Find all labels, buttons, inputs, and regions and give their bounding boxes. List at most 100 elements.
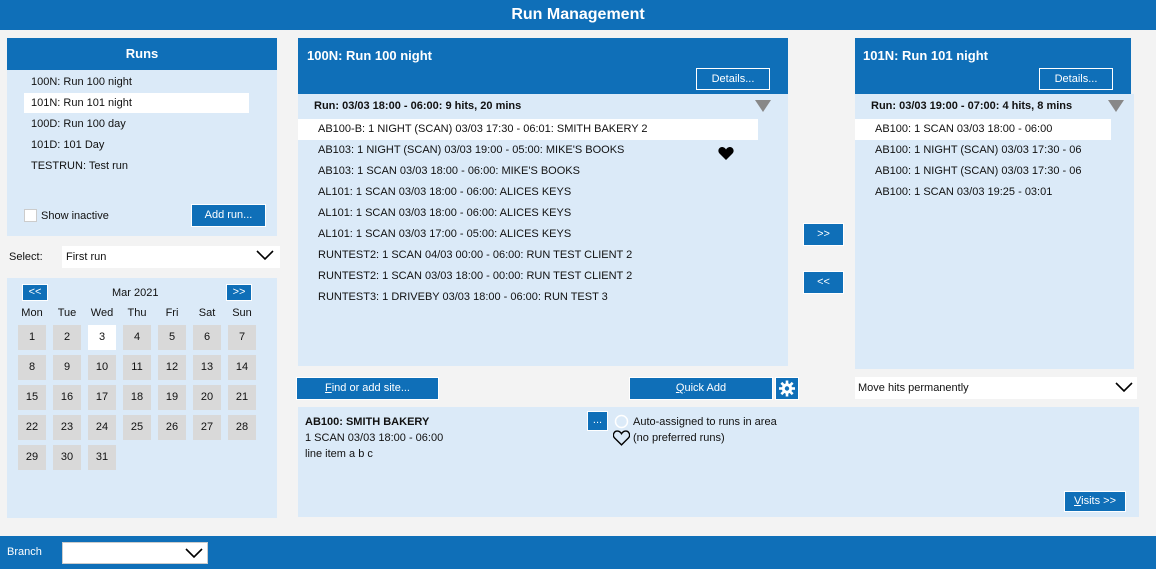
move-hits-dropdown[interactable]: Move hits permanently — [855, 377, 1137, 399]
left-run-summary: Run: 03/03 18:00 - 06:00: 9 hits, 20 min… — [314, 100, 522, 112]
calendar-day[interactable]: 27 — [193, 415, 221, 440]
hit-row[interactable]: AL101: 1 SCAN 03/03 18:00 - 06:00: ALICE… — [298, 203, 758, 224]
show-inactive-checkbox[interactable] — [24, 209, 37, 222]
site-detail-panel: AB100: SMITH BAKERY 1 SCAN 03/03 18:00 -… — [298, 407, 1139, 517]
runs-panel-header: Runs — [7, 38, 277, 70]
quick-add-button[interactable]: Quick Add — [629, 377, 773, 400]
calendar-next-button[interactable]: >> — [226, 284, 252, 301]
calendar-month: Mar 2021 — [112, 287, 159, 299]
run-list-item[interactable]: TESTRUN: Test run — [24, 156, 249, 176]
calendar-weekday: Wed — [90, 307, 114, 319]
right-run-body: Run: 03/03 19:00 - 07:00: 4 hits, 8 mins… — [855, 94, 1134, 369]
calendar-day[interactable]: 7 — [228, 325, 256, 350]
right-run-header: 101N: Run 101 night Details... — [855, 38, 1131, 94]
calendar-day[interactable]: 19 — [158, 385, 186, 410]
calendar-day[interactable]: 3 — [88, 325, 116, 350]
site-title: AB100: SMITH BAKERY — [305, 416, 430, 428]
calendar-day[interactable]: 1 — [18, 325, 46, 350]
run-list-item[interactable]: 100D: Run 100 day — [24, 114, 249, 134]
calendar-day[interactable]: 10 — [88, 355, 116, 380]
calendar-day[interactable]: 17 — [88, 385, 116, 410]
calendar-day[interactable]: 28 — [228, 415, 256, 440]
hit-row[interactable]: AL101: 1 SCAN 03/03 18:00 - 06:00: ALICE… — [298, 182, 758, 203]
right-run-summary: Run: 03/03 19:00 - 07:00: 4 hits, 8 mins — [871, 100, 1073, 112]
show-inactive-label: Show inactive — [41, 210, 109, 222]
left-run-header: 100N: Run 100 night Details... — [298, 38, 788, 94]
calendar-day[interactable]: 2 — [53, 325, 81, 350]
calendar-day[interactable]: 29 — [18, 445, 46, 470]
chevron-down-icon — [185, 547, 203, 562]
calendar-day[interactable]: 25 — [123, 415, 151, 440]
hit-row[interactable]: AL101: 1 SCAN 03/03 17:00 - 05:00: ALICE… — [298, 224, 758, 245]
calendar-weekday: Thu — [127, 307, 147, 319]
preferred-runs-text: (no preferred runs) — [633, 432, 725, 444]
calendar-day[interactable]: 12 — [158, 355, 186, 380]
calendar-day[interactable]: 8 — [18, 355, 46, 380]
calendar-day[interactable]: 22 — [18, 415, 46, 440]
chevron-down-icon — [256, 249, 274, 264]
branch-dropdown[interactable] — [62, 542, 208, 564]
hit-row[interactable]: AB100: 1 SCAN 03/03 18:00 - 06:00 — [855, 119, 1111, 140]
calendar-day[interactable]: 20 — [193, 385, 221, 410]
calendar-day[interactable]: 16 — [53, 385, 81, 410]
right-details-button[interactable]: Details... — [1039, 68, 1113, 90]
select-dropdown[interactable]: First run — [62, 246, 280, 268]
visits-button[interactable]: Visits >> — [1064, 491, 1126, 512]
hit-row[interactable]: RUNTEST3: 1 DRIVEBY 03/03 18:00 - 06:00:… — [298, 287, 758, 308]
add-run-button[interactable]: Add run... — [191, 204, 266, 227]
hit-row[interactable]: RUNTEST2: 1 SCAN 03/03 18:00 - 00:00: RU… — [298, 266, 758, 287]
hit-row[interactable]: AB100: 1 NIGHT (SCAN) 03/03 17:30 - 06 — [855, 161, 1111, 182]
hit-row[interactable]: AB103: 1 NIGHT (SCAN) 03/03 19:00 - 05:0… — [298, 140, 758, 161]
calendar-day[interactable]: 14 — [228, 355, 256, 380]
site-more-button[interactable]: ... — [587, 411, 608, 431]
runs-panel-title: Runs — [125, 46, 159, 61]
calendar-day[interactable]: 6 — [193, 325, 221, 350]
calendar-day[interactable]: 26 — [158, 415, 186, 440]
calendar: << Mar 2021 >> Mon Tue Wed Thu Fri Sat Sun 123… — [7, 278, 277, 518]
heart-filled-icon[interactable] — [718, 146, 734, 164]
find-or-add-site-button[interactable]: Find or add site... — [296, 377, 439, 400]
calendar-weekday: Sun — [232, 307, 252, 319]
site-line-1: 1 SCAN 03/03 18:00 - 06:00 — [305, 432, 444, 444]
calendar-day[interactable]: 4 — [123, 325, 151, 350]
calendar-day[interactable]: 5 — [158, 325, 186, 350]
hit-row[interactable]: AB100-B: 1 NIGHT (SCAN) 03/03 17:30 - 06… — [298, 119, 758, 140]
calendar-day[interactable]: 21 — [228, 385, 256, 410]
runs-panel: Runs 100N: Run 100 night 101N: Run 101 ni… — [7, 38, 277, 236]
calendar-day[interactable]: 18 — [123, 385, 151, 410]
calendar-prev-button[interactable]: << — [22, 284, 48, 301]
move-right-button[interactable]: >> — [803, 223, 844, 246]
calendar-weekday: Sat — [198, 307, 216, 319]
hit-row[interactable]: AB100: 1 SCAN 03/03 19:25 - 03:01 — [855, 182, 1111, 203]
left-run-collapse-icon[interactable] — [755, 100, 771, 112]
footer-bar: Branch — [0, 536, 1156, 569]
calendar-day[interactable]: 31 — [88, 445, 116, 470]
app-title: Run Management — [511, 6, 645, 23]
chevron-down-icon — [1115, 381, 1133, 396]
auto-assigned-text: Auto-assigned to runs in area — [633, 416, 777, 428]
branch-label: Branch — [7, 546, 42, 558]
calendar-day[interactable]: 30 — [53, 445, 81, 470]
hit-row[interactable]: RUNTEST2: 1 SCAN 04/03 00:00 - 06:00: RU… — [298, 245, 758, 266]
heart-outline-icon[interactable] — [612, 430, 631, 449]
select-label: Select: — [9, 251, 43, 263]
site-line-2: line item a b c — [305, 448, 373, 460]
calendar-day[interactable]: 11 — [123, 355, 151, 380]
calendar-day[interactable]: 13 — [193, 355, 221, 380]
calendar-weekday: Tue — [57, 307, 77, 319]
gear-icon[interactable] — [775, 377, 799, 400]
app-title-bar: Run Management — [0, 0, 1156, 30]
calendar-day[interactable]: 24 — [88, 415, 116, 440]
hit-row[interactable]: AB100: 1 NIGHT (SCAN) 03/03 17:30 - 06 — [855, 140, 1111, 161]
move-left-button[interactable]: << — [803, 271, 844, 294]
run-list-item[interactable]: 101N: Run 101 night — [24, 93, 249, 113]
calendar-day[interactable]: 15 — [18, 385, 46, 410]
left-details-button[interactable]: Details... — [696, 68, 770, 90]
right-run-title: 101N: Run 101 night — [863, 48, 988, 63]
calendar-day[interactable]: 9 — [53, 355, 81, 380]
hit-row[interactable]: AB103: 1 SCAN 03/03 18:00 - 06:00: MIKE'… — [298, 161, 758, 182]
run-list-item[interactable]: 100N: Run 100 night — [24, 72, 249, 92]
right-run-collapse-icon[interactable] — [1108, 100, 1124, 112]
calendar-day[interactable]: 23 — [53, 415, 81, 440]
run-list-item[interactable]: 101D: 101 Day — [24, 135, 249, 155]
